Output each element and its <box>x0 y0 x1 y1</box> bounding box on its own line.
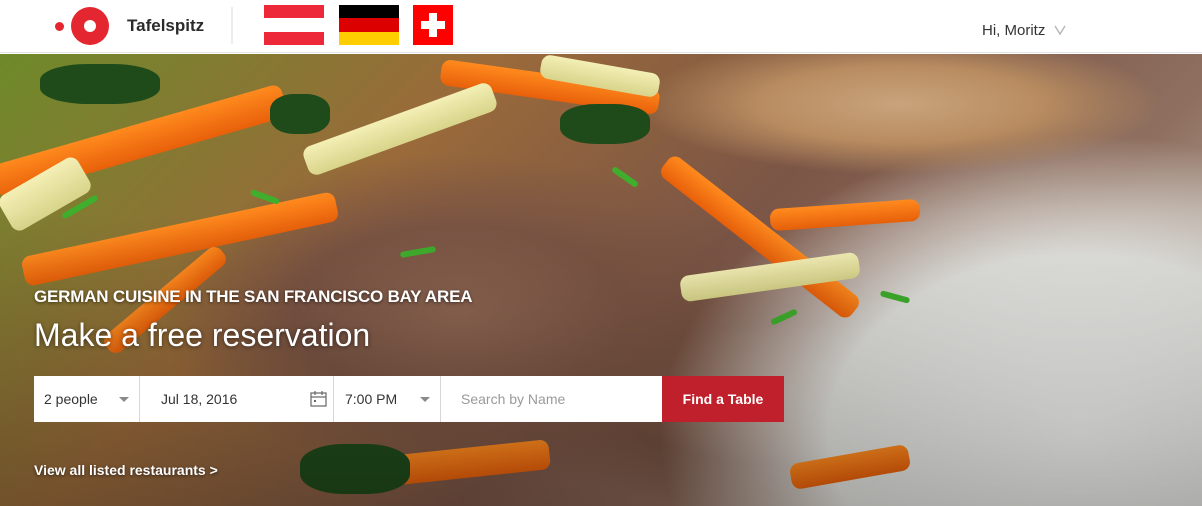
party-size-value: 2 people <box>44 391 98 407</box>
germany-flag-icon[interactable] <box>339 5 399 45</box>
user-greeting: Hi, Moritz <box>982 21 1046 39</box>
logo-ring-icon <box>71 7 109 45</box>
hero-banner: GERMAN CUISINE IN THE SAN FRANCISCO BAY … <box>0 54 1202 506</box>
hero-tagline: GERMAN CUISINE IN THE SAN FRANCISCO BAY … <box>34 287 473 306</box>
hero-shade-overlay <box>0 54 1202 506</box>
logo-dot-icon <box>55 21 64 31</box>
brand-name: Tafelspitz <box>127 16 205 35</box>
brand-logo[interactable]: Tafelspitz <box>55 6 215 46</box>
caret-down-icon <box>119 397 129 402</box>
user-menu[interactable]: Hi, Moritz <box>982 20 1066 40</box>
date-picker[interactable]: Jul 18, 2016 <box>140 376 334 422</box>
time-value: 7:00 PM <box>345 391 398 407</box>
calendar-icon <box>310 391 327 407</box>
time-select[interactable]: 7:00 PM <box>334 376 441 422</box>
reservation-search-form: 2 people Jul 18, 2016 7:00 PM Find a Tab… <box>34 376 784 422</box>
hero-headline: Make a free reservation <box>34 317 371 353</box>
header-divider <box>231 7 233 44</box>
party-size-select[interactable]: 2 people <box>34 376 140 422</box>
austria-flag-icon[interactable] <box>264 5 324 45</box>
find-table-button[interactable]: Find a Table <box>662 376 784 422</box>
date-value: Jul 18, 2016 <box>161 391 238 407</box>
chevron-down-icon <box>1054 25 1066 35</box>
switzerland-flag-icon[interactable] <box>413 5 453 45</box>
restaurant-name-field <box>441 376 662 422</box>
top-navigation-bar: Tafelspitz Hi, Moritz <box>0 0 1202 53</box>
search-by-name-input[interactable] <box>441 376 662 422</box>
view-all-restaurants-link[interactable]: View all listed restaurants > <box>34 462 218 478</box>
caret-down-icon <box>420 397 430 402</box>
